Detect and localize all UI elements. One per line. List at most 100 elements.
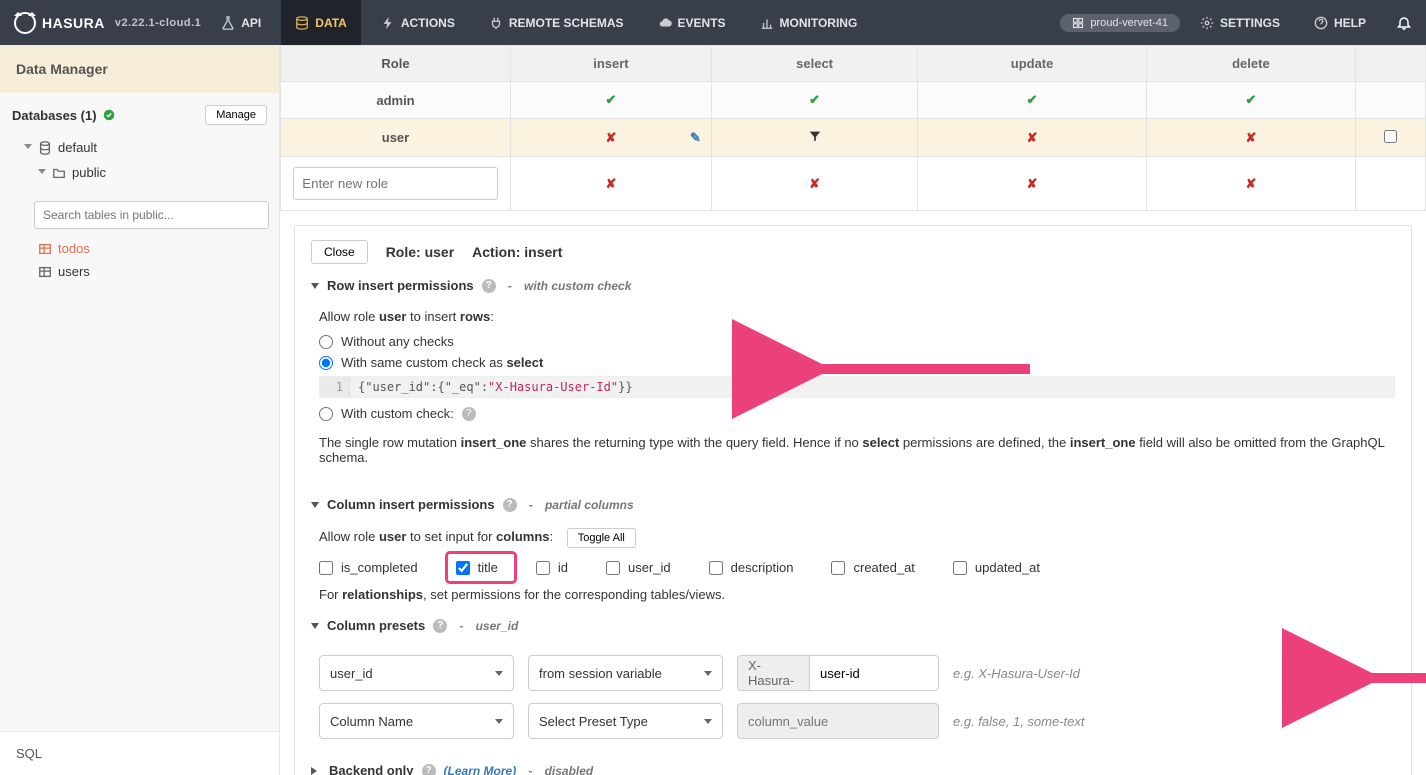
- nav-settings[interactable]: SETTINGS: [1186, 0, 1294, 45]
- content-panel: Role insert select update delete admin ✔…: [280, 45, 1426, 775]
- manage-button[interactable]: Manage: [205, 105, 267, 125]
- database-icon: [295, 16, 309, 30]
- nav-help[interactable]: HELP: [1300, 0, 1380, 45]
- chevron-down-icon: [704, 671, 712, 676]
- help-icon[interactable]: ?: [462, 407, 476, 421]
- perm-cell[interactable]: ✔: [1146, 82, 1355, 119]
- version-text: v2.22.1-cloud.1: [115, 17, 201, 29]
- toggle-all-button[interactable]: Toggle All: [567, 528, 636, 548]
- section-column-insert[interactable]: Column insert permissions ? - partial co…: [311, 497, 1395, 512]
- col-checkbox-is_completed[interactable]: is_completed: [319, 560, 418, 575]
- chevron-down-icon: [24, 144, 32, 149]
- section-column-presets[interactable]: Column presets ? - user_id: [311, 618, 1395, 633]
- col-checkbox-updated_at[interactable]: updated_at: [953, 560, 1040, 575]
- preset-column-select[interactable]: user_id: [319, 655, 514, 691]
- nav-label: HELP: [1334, 16, 1366, 30]
- chevron-down-icon: [311, 283, 319, 289]
- table-icon: [38, 242, 52, 256]
- radio-no-checks[interactable]: Without any checks: [319, 334, 1395, 349]
- filter-icon: [808, 129, 822, 143]
- bolt-icon: [381, 16, 395, 30]
- col-checkbox-user_id[interactable]: user_id: [606, 560, 671, 575]
- perm-cell[interactable]: ✘: [711, 157, 917, 211]
- nav-events[interactable]: EVENTS: [644, 0, 740, 45]
- th-clone: [1356, 46, 1426, 82]
- logo[interactable]: HASURA v2.22.1-cloud.1: [14, 12, 201, 34]
- clone-cell[interactable]: [1356, 119, 1426, 157]
- databases-count: Databases (1): [12, 108, 97, 123]
- table-link-todos[interactable]: todos: [38, 237, 279, 260]
- nav-remote-schemas[interactable]: REMOTE SCHEMAS: [475, 0, 638, 45]
- help-icon[interactable]: ?: [422, 764, 436, 775]
- section-subtext: partial columns: [545, 498, 634, 512]
- pencil-icon[interactable]: ✎: [690, 130, 701, 146]
- nav-label: REMOTE SCHEMAS: [509, 16, 624, 30]
- hasura-logo-icon: [14, 12, 36, 34]
- role-row-admin: admin ✔ ✔ ✔ ✔: [281, 82, 1426, 119]
- chevron-down-icon: [38, 169, 46, 174]
- editor-action-label: Action: insert: [472, 244, 562, 260]
- help-icon[interactable]: ?: [503, 498, 517, 512]
- col-checkbox-title[interactable]: title: [448, 554, 514, 581]
- schema-tree-item[interactable]: public: [20, 160, 271, 185]
- grid-icon: [1072, 17, 1084, 29]
- close-button[interactable]: Close: [311, 240, 368, 264]
- section-backend-only[interactable]: Backend only ? (Learn More) - disabled: [311, 763, 1395, 775]
- perm-cell[interactable]: ✘: [1146, 157, 1355, 211]
- learn-more-link[interactable]: (Learn More): [444, 764, 517, 775]
- preset-type-select[interactable]: from session variable: [528, 655, 723, 691]
- prefix-label: X-Hasura-: [737, 655, 809, 691]
- perm-cell-delete[interactable]: ✘: [1146, 119, 1355, 157]
- section-row-insert[interactable]: Row insert permissions ? - with custom c…: [311, 278, 1395, 293]
- chevron-down-icon: [704, 719, 712, 724]
- db-tree-item[interactable]: default: [20, 135, 271, 160]
- help-icon[interactable]: ?: [433, 619, 447, 633]
- perm-cell[interactable]: ✘: [918, 157, 1147, 211]
- col-checkbox-created_at[interactable]: created_at: [831, 560, 914, 575]
- perm-cell-select[interactable]: [711, 119, 917, 157]
- preset-value-input[interactable]: [809, 655, 939, 691]
- perm-cell-update[interactable]: ✘: [918, 119, 1147, 157]
- check-circle-icon: [103, 109, 115, 121]
- perm-cell[interactable]: ✔: [511, 82, 712, 119]
- custom-check-code: 1 {"user_id":{"_eq":"X-Hasura-User-Id"}}: [319, 376, 1395, 398]
- sql-link[interactable]: SQL: [0, 731, 279, 775]
- table-icon: [38, 265, 52, 279]
- table-link-users[interactable]: users: [38, 260, 279, 283]
- nav-label: SETTINGS: [1220, 16, 1280, 30]
- search-tables-input[interactable]: [34, 201, 269, 229]
- nav-actions[interactable]: ACTIONS: [367, 0, 469, 45]
- perm-cell[interactable]: ✘: [511, 157, 712, 211]
- flask-icon: [221, 16, 235, 30]
- line-number: 1: [320, 377, 350, 397]
- section-label: Row insert permissions: [327, 278, 474, 293]
- nav-monitoring[interactable]: MONITORING: [746, 0, 872, 45]
- bell-icon[interactable]: [1396, 15, 1412, 31]
- cloud-icon: [658, 16, 672, 30]
- th-update: update: [918, 46, 1147, 82]
- table-label: todos: [58, 241, 90, 256]
- radio-custom-check[interactable]: With custom check: ?: [319, 406, 1395, 421]
- clone-checkbox[interactable]: [1384, 130, 1397, 143]
- perm-cell-insert[interactable]: ✘✎: [511, 119, 712, 157]
- schema-name: public: [72, 165, 106, 180]
- project-pill[interactable]: proud-vervet-41: [1060, 14, 1180, 32]
- perm-cell[interactable]: ✔: [918, 82, 1147, 119]
- nav-api[interactable]: API: [207, 0, 275, 45]
- preset-type-select[interactable]: Select Preset Type: [528, 703, 723, 739]
- col-checkbox-description[interactable]: description: [709, 560, 794, 575]
- perm-cell[interactable]: ✔: [711, 82, 917, 119]
- preset-hint: e.g. X-Hasura-User-Id: [953, 666, 1080, 681]
- help-icon[interactable]: ?: [482, 279, 496, 293]
- th-delete: delete: [1146, 46, 1355, 82]
- preset-column-select[interactable]: Column Name: [319, 703, 514, 739]
- radio-same-as-select[interactable]: With same custom check as select: [319, 355, 1395, 370]
- clone-cell: [1356, 157, 1426, 211]
- chevron-down-icon: [495, 671, 503, 676]
- chart-icon: [760, 16, 774, 30]
- section-label: Backend only: [329, 763, 414, 775]
- new-role-input[interactable]: [293, 167, 497, 200]
- top-nav: HASURA v2.22.1-cloud.1 API DATA ACTIONS …: [0, 0, 1426, 45]
- col-checkbox-id[interactable]: id: [536, 560, 568, 575]
- nav-data[interactable]: DATA: [281, 0, 361, 45]
